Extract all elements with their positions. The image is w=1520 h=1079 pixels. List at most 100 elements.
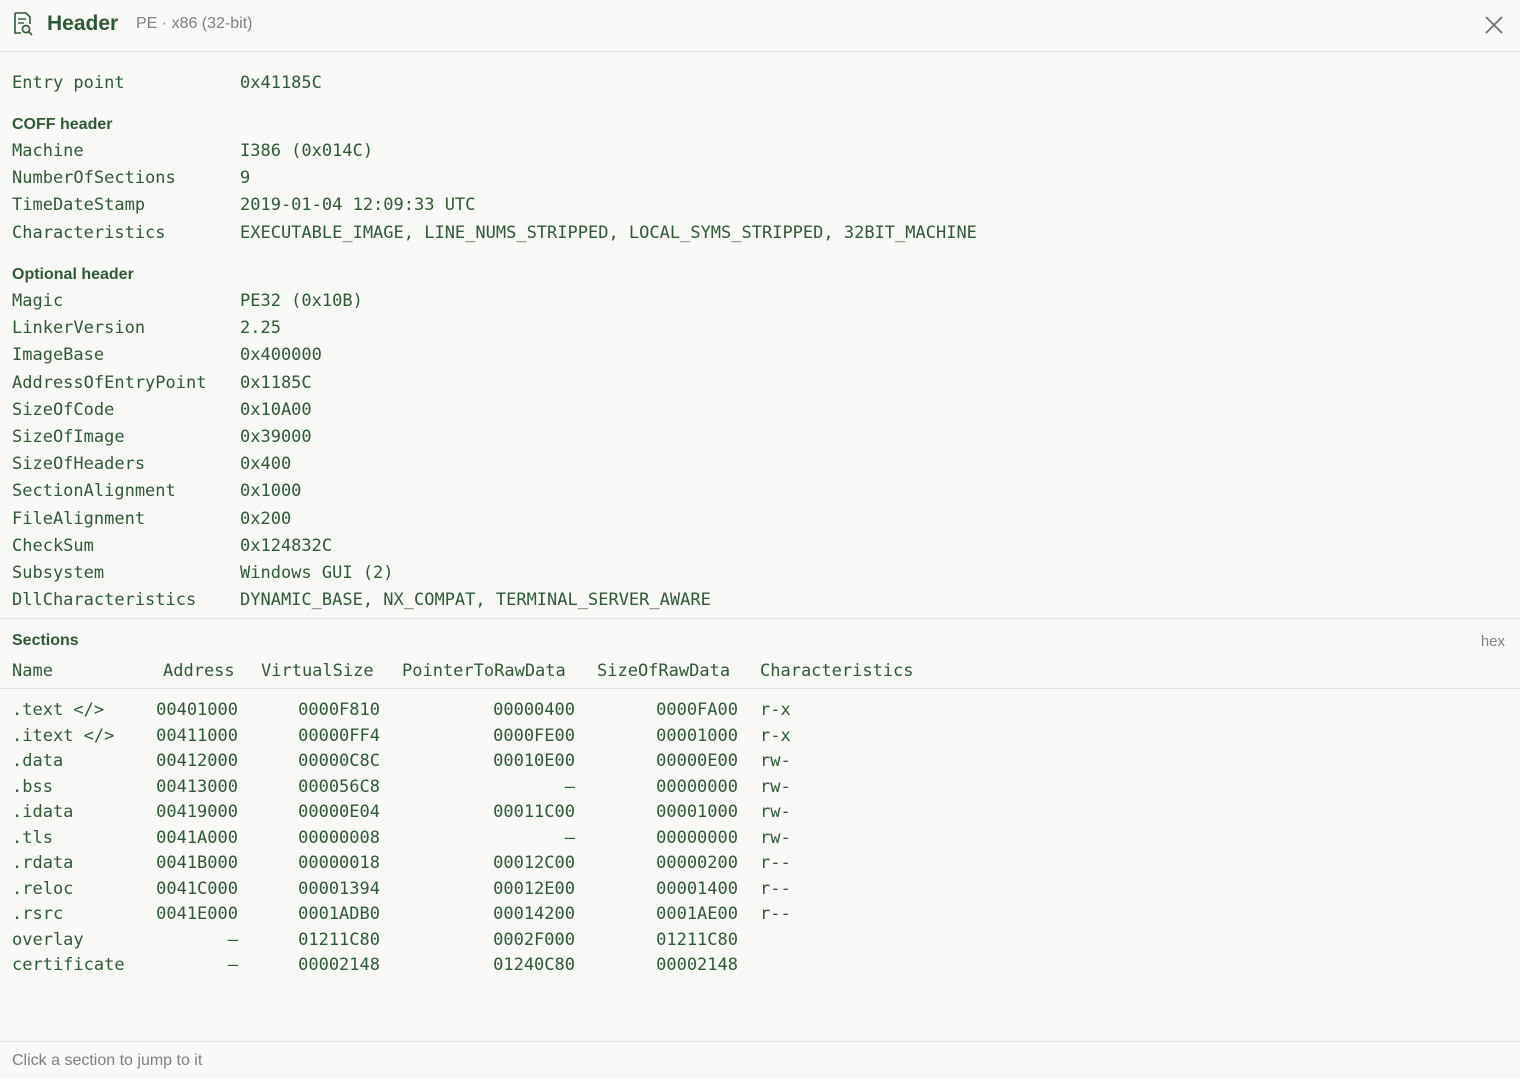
- column-header-characteristics: Characteristics: [760, 661, 914, 681]
- cell-pointer-to-raw-data: 00012C00: [493, 853, 575, 873]
- field-label: Subsystem: [12, 563, 105, 583]
- divider: [0, 618, 1520, 619]
- close-button[interactable]: [1480, 11, 1508, 39]
- window-subtitle: PE · x86 (32-bit): [136, 15, 253, 32]
- field-label: Characteristics: [12, 222, 166, 243]
- cell-characteristics: r--: [760, 904, 791, 924]
- cell-size-of-raw-data: 01211C80: [656, 929, 738, 950]
- field-label: TimeDateStamp: [12, 195, 146, 216]
- field-value: Windows GUI (2): [240, 563, 394, 583]
- cell-pointer-to-raw-data: 00011C00: [493, 802, 575, 822]
- hex-toggle[interactable]: hex: [1481, 633, 1505, 650]
- cell-pointer-to-raw-data: 01240C80: [493, 955, 575, 975]
- field-value: DYNAMIC_BASE, NX_COMPAT, TERMINAL_SERVER…: [240, 590, 711, 611]
- field-label: DllCharacteristics: [12, 590, 197, 611]
- column-header-size-of-raw-data: SizeOfRawData: [597, 661, 731, 681]
- table-row[interactable]: .tls 0041A000 00000008 — 00000000 rw-: [0, 827, 1520, 852]
- field-label: FileAlignment: [12, 508, 146, 529]
- cell-pointer-to-raw-data: 00000400: [493, 700, 575, 720]
- divider: [0, 1041, 1520, 1042]
- cell-name: .bss: [12, 776, 53, 797]
- cell-size-of-raw-data: 0001AE00: [656, 904, 738, 924]
- cell-characteristics: rw-: [760, 751, 791, 771]
- field-value: 0x1000: [240, 481, 302, 502]
- field-label: SizeOfHeaders: [12, 454, 146, 475]
- cell-address: 0041E000: [156, 904, 238, 924]
- table-row[interactable]: .bss 00413000 000056C8 — 00000000 rw-: [0, 776, 1520, 801]
- field-label: Magic: [12, 291, 64, 311]
- field-value: 0x39000: [240, 427, 312, 447]
- cell-virtual-size: 0001ADB0: [298, 904, 380, 924]
- cell-name: overlay: [12, 929, 84, 950]
- cell-virtual-size: 00002148: [298, 955, 380, 975]
- cell-address: 0041A000: [156, 827, 238, 848]
- field-label: LinkerVersion: [12, 318, 146, 339]
- cell-name: .reloc: [12, 878, 74, 899]
- cell-virtual-size: 00000018: [298, 853, 380, 873]
- cell-pointer-to-raw-data: 00014200: [493, 904, 575, 924]
- cell-name: .rdata: [12, 853, 74, 873]
- table-row[interactable]: .idata 00419000 00000E04 00011C00 00001000 rw…: [0, 801, 1520, 826]
- cell-pointer-to-raw-data: —: [564, 827, 575, 848]
- divider: [0, 688, 1520, 689]
- field-label: SectionAlignment: [12, 481, 176, 502]
- field-value: 0x200: [240, 508, 292, 529]
- cell-address: 00413000: [156, 776, 238, 797]
- cell-address: 00419000: [156, 802, 238, 822]
- field-label: ImageBase: [12, 345, 105, 366]
- field-label: SizeOfImage: [12, 427, 125, 447]
- cell-size-of-raw-data: 00001000: [656, 725, 738, 746]
- cell-virtual-size: 01211C80: [298, 929, 380, 950]
- column-header-virtual-size: VirtualSize: [261, 661, 374, 681]
- coff-header-title: COFF header: [12, 116, 113, 133]
- cell-virtual-size: 00000E04: [298, 802, 380, 822]
- column-header-pointer-to-raw-data: PointerToRawData: [402, 661, 566, 681]
- table-row[interactable]: .data 00412000 00000C8C 00010E00 00000E00 rw-: [0, 750, 1520, 775]
- cell-address: —: [227, 929, 238, 950]
- table-row[interactable]: .text </> 00401000 0000F810 00000400 0000FA0…: [0, 699, 1520, 724]
- table-row[interactable]: overlay — 01211C80 0002F000 01211C80: [0, 929, 1520, 954]
- cell-characteristics: r--: [760, 878, 791, 899]
- cell-address: 0041C000: [156, 878, 238, 899]
- field-value: 0x124832C: [240, 535, 333, 556]
- cell-pointer-to-raw-data: 00010E00: [493, 751, 575, 771]
- cell-name: .idata: [12, 802, 74, 822]
- cell-address: 00411000: [156, 725, 238, 746]
- cell-characteristics: r-x: [760, 725, 791, 746]
- cell-virtual-size: 00001394: [298, 878, 380, 899]
- table-row[interactable]: .reloc 0041C000 00001394 00012E00 00001400 r-…: [0, 878, 1520, 903]
- cell-virtual-size: 000056C8: [298, 776, 380, 797]
- cell-pointer-to-raw-data: 0000FE00: [493, 725, 575, 746]
- cell-virtual-size: 00000FF4: [298, 725, 380, 746]
- cell-name: .tls: [12, 827, 53, 848]
- table-row[interactable]: .itext </> 00411000 00000FF4 0000FE00 000010…: [0, 725, 1520, 750]
- cell-pointer-to-raw-data: 0002F000: [493, 929, 575, 950]
- field-value: 9: [240, 168, 251, 189]
- cell-characteristics: rw-: [760, 827, 791, 848]
- cell-characteristics: r--: [760, 853, 791, 873]
- field-value: EXECUTABLE_IMAGE, LINE_NUMS_STRIPPED, LO…: [240, 222, 977, 243]
- field-value: 0x400: [240, 454, 292, 475]
- cell-address: —: [227, 955, 238, 975]
- cell-size-of-raw-data: 00000200: [656, 853, 738, 873]
- cell-characteristics: rw-: [760, 802, 791, 822]
- cell-size-of-raw-data: 0000FA00: [656, 700, 738, 720]
- field-value: 2019-01-04 12:09:33 UTC: [240, 195, 476, 216]
- field-value: 0x1185C: [240, 372, 312, 393]
- field-value: 2.25: [240, 318, 281, 339]
- window-title: Header: [47, 12, 119, 35]
- cell-address: 0041B000: [156, 853, 238, 873]
- column-header-name: Name: [12, 661, 53, 681]
- footer-hint: Click a section to jump to it: [12, 1052, 203, 1069]
- cell-name: .text </>: [12, 700, 105, 720]
- cell-size-of-raw-data: 00002148: [656, 955, 738, 975]
- column-header-address: Address: [163, 661, 235, 681]
- field-value: 0x400000: [240, 345, 322, 366]
- optional-header-title: Optional header: [12, 266, 134, 283]
- cell-size-of-raw-data: 00000E00: [656, 751, 738, 771]
- cell-size-of-raw-data: 00000000: [656, 776, 738, 797]
- table-row[interactable]: .rdata 0041B000 00000018 00012C00 00000200 r-…: [0, 852, 1520, 877]
- table-row[interactable]: .rsrc 0041E000 0001ADB0 00014200 0001AE00 r--: [0, 903, 1520, 928]
- cell-pointer-to-raw-data: —: [564, 776, 575, 797]
- table-row[interactable]: certificate —00002148 01240C80 00002148: [0, 954, 1520, 979]
